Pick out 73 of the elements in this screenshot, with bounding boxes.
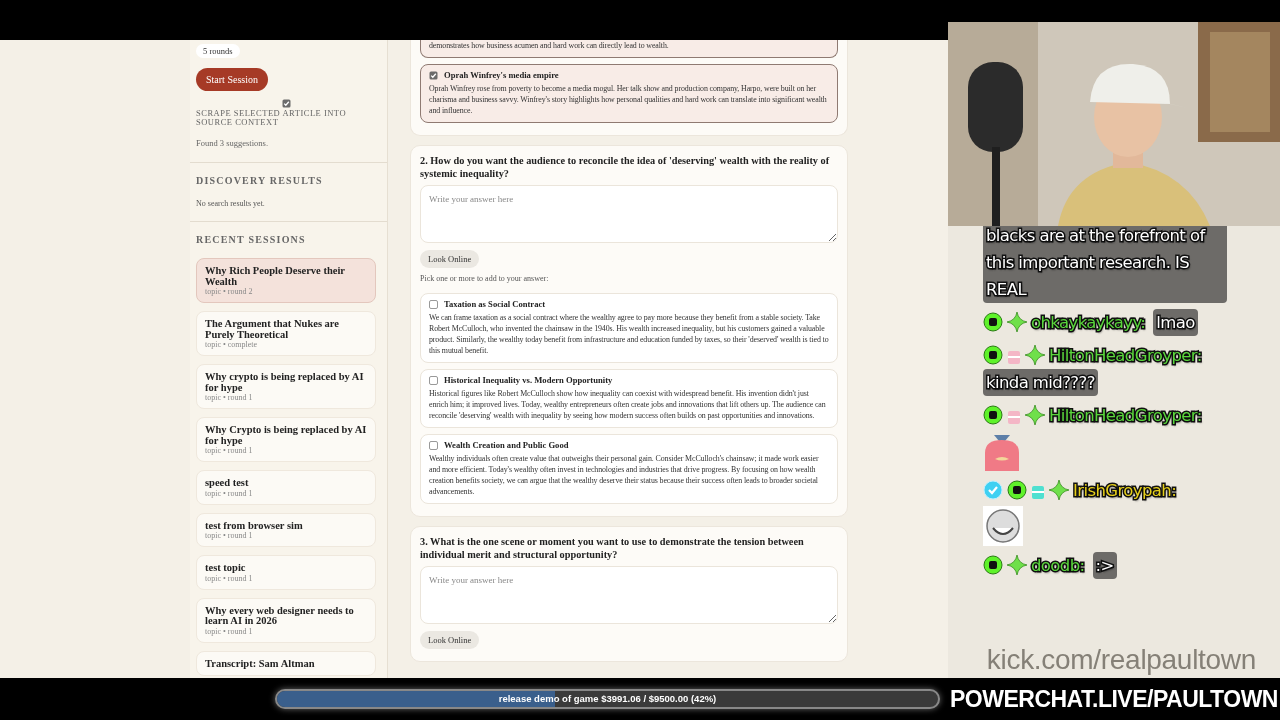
suggestion-card[interactable] bbox=[420, 64, 838, 123]
session-item[interactable]: Why Rich People Deserve their Wealth topic • round 2 bbox=[196, 258, 376, 303]
session-title: speed test bbox=[205, 478, 250, 489]
round-badge-icon bbox=[983, 345, 1003, 365]
suggestion-title: Taxation as Social Contract bbox=[444, 299, 546, 309]
session-title: Why Crypto is being replaced by AI for hype bbox=[205, 425, 367, 446]
session-item[interactable]: Why every web designer needs to learn AI in 2026 topic • round 1 bbox=[196, 597, 376, 643]
sparkle-icon bbox=[1025, 345, 1045, 365]
question-text: 2. How do you want the audience to reconcile the idea of 'deserving' wealth with the reality of systemic inequality? bbox=[420, 154, 831, 180]
rounds-chip: 5 rounds bbox=[196, 44, 240, 58]
watermark-text: kick.com/realpaultown bbox=[986, 644, 1256, 676]
suggestion-title: Historical Inequality vs. Modern Opportunity bbox=[444, 375, 613, 385]
session-item[interactable]: Why Crypto is being replaced by AI for hype topic • round 1 bbox=[196, 417, 376, 462]
round-badge-icon bbox=[983, 555, 1003, 575]
start-session-button[interactable]: Start Session bbox=[196, 68, 268, 91]
round-badge-icon bbox=[983, 405, 1003, 425]
hint-text: Pick one or more to add to your answer: bbox=[420, 274, 550, 283]
chat-message: kinda mid???? bbox=[983, 369, 1098, 396]
goal-text: release demo of game $3991.06 / $9500.00 (42%) bbox=[497, 692, 718, 706]
chat-message: lmao bbox=[1153, 309, 1198, 336]
session-title: test topic bbox=[205, 563, 247, 574]
check-badge-icon bbox=[983, 480, 1003, 500]
status-text: Found 3 suggestions. bbox=[196, 138, 270, 148]
session-item[interactable]: The Argument that Nukes are Purely Theoretical topic • complete bbox=[196, 311, 376, 356]
grin-emote-icon bbox=[983, 506, 1023, 546]
checkbox[interactable] bbox=[429, 70, 438, 80]
session-meta: topic • round 2 bbox=[205, 287, 254, 296]
section-heading: RECENT SESSIONS bbox=[196, 234, 307, 245]
look-online-button[interactable]: Look Online bbox=[420, 631, 480, 649]
chat-username: ohkaykaykayy: bbox=[1031, 313, 1146, 332]
session-meta: topic • round 1 bbox=[205, 488, 254, 498]
chat-username: doodb: bbox=[1031, 556, 1085, 575]
round-badge-icon bbox=[983, 312, 1003, 332]
chat-username: HiltonHeadGroyper: bbox=[1049, 346, 1202, 365]
sparkle-icon bbox=[1025, 405, 1045, 425]
session-meta: topic • round 1 bbox=[205, 626, 254, 636]
session-title: Why crypto is being replaced by AI for hype bbox=[205, 372, 365, 393]
session-meta: topic • round 1 bbox=[205, 393, 254, 402]
checkbox-label: SCRAPE SELECTED ARTICLE INTO SOURCE CONTEXT bbox=[196, 109, 348, 127]
answer-field[interactable]: Write your answer here bbox=[420, 185, 838, 243]
checkbox[interactable] bbox=[281, 99, 291, 108]
question-text: 3. What is the one scene or moment you want to use to demonstrate the tension between individual merit and structural opportunity? bbox=[420, 535, 805, 561]
round-badge-icon bbox=[1007, 480, 1027, 500]
session-title: test from browser sim bbox=[205, 520, 304, 531]
chat-message: :> bbox=[1092, 552, 1117, 579]
answer-field[interactable]: Write your answer here bbox=[420, 566, 838, 624]
checkbox[interactable] bbox=[429, 440, 438, 450]
chat-username: HiltonHeadGroyper: bbox=[1049, 406, 1202, 425]
sparkle-icon bbox=[1007, 555, 1027, 575]
look-online-button[interactable]: Look Online bbox=[420, 250, 480, 268]
suggestion-title: Wealth Creation and Public Good bbox=[444, 440, 569, 450]
session-meta: topic • round 1 bbox=[205, 573, 254, 583]
suggestion-title: Oprah Winfrey's media empire bbox=[444, 70, 559, 80]
section-heading: DISCOVERY RESULTS bbox=[196, 175, 324, 186]
sparkle-icon bbox=[1007, 312, 1027, 332]
chat-username: IrishGroypah: bbox=[1073, 481, 1177, 500]
brand-text: POWERCHAT.LIVE/PAULTOWN bbox=[950, 685, 1278, 713]
checkbox[interactable] bbox=[429, 299, 438, 309]
empty-message: No search results yet. bbox=[196, 199, 266, 208]
session-item[interactable]: speed test topic • round 1 bbox=[196, 470, 376, 505]
checkbox[interactable] bbox=[429, 375, 438, 385]
session-title: Transcript: Sam Altman bbox=[205, 658, 316, 669]
session-item[interactable]: Transcript: Sam Altman bbox=[196, 650, 376, 676]
session-title: The Argument that Nukes are Purely Theoretical bbox=[205, 319, 340, 340]
session-item[interactable]: test from browser sim topic • round 1 bbox=[196, 512, 376, 547]
session-item[interactable]: Why crypto is being replaced by AI for hype topic • round 1 bbox=[196, 364, 376, 409]
session-title: Why every web designer needs to learn AI in 2026 bbox=[205, 605, 355, 627]
session-item[interactable]: test topic topic • round 1 bbox=[196, 555, 376, 590]
sparkle-icon bbox=[1049, 480, 1069, 500]
session-meta: topic • round 1 bbox=[205, 446, 254, 455]
session-title: Why Rich People Deserve their Wealth bbox=[205, 266, 346, 287]
session-meta: topic • round 1 bbox=[205, 531, 254, 540]
session-meta: topic • complete bbox=[205, 340, 259, 349]
